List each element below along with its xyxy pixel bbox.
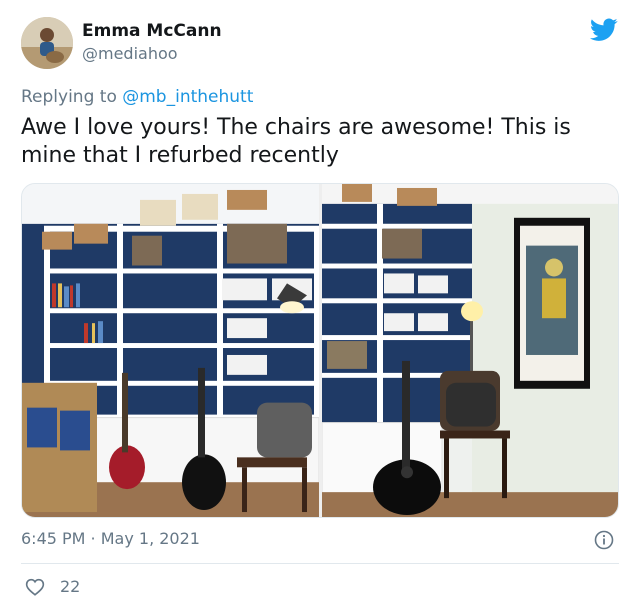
info-icon[interactable] [594,530,614,550]
avatar[interactable] [21,17,73,69]
user-handle[interactable]: @mediahoo [82,44,178,63]
timestamp-separator: · [85,529,101,548]
like-count[interactable]: 22 [60,577,80,596]
tweet-media[interactable] [21,183,619,518]
tweet-text: Awe I love yours! The chairs are awesome… [21,115,571,168]
tweet-date: May 1, 2021 [100,529,200,548]
bookshelf-photo-right[interactable] [322,184,619,517]
reply-mention-link[interactable]: @mb_inthehutt [122,87,253,107]
avatar-image [21,17,73,69]
heart-icon[interactable] [25,578,45,596]
tweet-time: 6:45 PM [21,529,86,548]
divider [21,563,619,564]
bookshelf-photo-left[interactable] [22,184,319,517]
reply-prefix: Replying to [21,87,123,107]
reply-context: Replying to @mb_inthehutt [21,87,253,107]
tweet-card: Emma McCann @mediahoo Replying to @mb_in… [0,0,640,613]
tweet-timestamp[interactable]: 6:45 PM · May 1, 2021 [21,529,200,548]
twitter-bird-icon[interactable] [590,18,618,42]
user-name[interactable]: Emma McCann [82,21,222,41]
